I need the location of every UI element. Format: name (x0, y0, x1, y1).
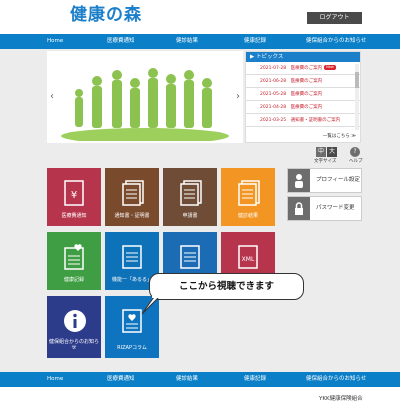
people-silhouette-image (61, 68, 229, 141)
topic-row[interactable]: 2021-04-28 医療費のご案内 (246, 101, 360, 114)
logout-button[interactable]: ログアウト (307, 12, 362, 24)
tile-medical-notice[interactable]: ¥ 医療費通知 (47, 168, 101, 226)
svg-text:XML: XML (242, 256, 255, 263)
help-label: ヘルプ (349, 159, 363, 164)
topic-row[interactable]: 2021-06-28 医療費のご案内 (246, 75, 360, 88)
tile-applications[interactable]: 申請書 (163, 168, 217, 226)
nav-checkup-results[interactable]: 健診結果 (176, 34, 198, 49)
person-icon (288, 169, 310, 192)
image-slider: ‹ › (47, 51, 243, 143)
callout-pointer (141, 296, 162, 315)
change-password-label: パスワード変更 (316, 205, 355, 211)
tile-label: 健保組合からのお知らせ (48, 339, 99, 351)
site-logo[interactable]: 健康の森 (70, 0, 142, 25)
topics-panel: ▶ トピックス 2021-07-28 医療費のご案内 New 2021-06-28… (245, 51, 361, 143)
footer-nav-checkup-results[interactable]: 健診結果 (176, 372, 198, 387)
slider-prev-icon[interactable]: ‹ (50, 91, 54, 102)
document-icon (180, 245, 200, 269)
topic-row[interactable]: 2021-07-28 医療費のご案内 New (246, 62, 360, 75)
footer-organization: YKK健康保険組合 (319, 396, 363, 402)
font-size-label: 文字サイズ (314, 159, 337, 164)
tile-union-notices[interactable]: 健保組合からのお知らせ (47, 296, 101, 358)
checkup-document-icon (238, 180, 260, 206)
tile-label: 健康記録 (63, 277, 84, 283)
topic-text: 2021-03-25 通知書・証明書のご案内 (260, 118, 341, 123)
slider-next-icon[interactable]: › (236, 91, 240, 102)
footer-nav-home[interactable]: Home (47, 372, 63, 387)
footer-nav-notices[interactable]: 健保組合からのお知らせ (306, 372, 366, 387)
nav-home[interactable]: Home (47, 34, 63, 49)
tile-label: RIZAPコラム (117, 345, 147, 351)
scroll-thumb[interactable] (355, 72, 359, 88)
page: 健康の森 ログアウト Home 医療費通知 健診結果 健康記録 健保組合からのお… (0, 0, 400, 409)
topics-header: ▶ トピックス (246, 52, 360, 62)
topic-text: 2021-07-28 医療費のご案内 (260, 66, 323, 71)
top-nav: Home 医療費通知 健診結果 健康記録 健保組合からのお知らせ (0, 34, 400, 49)
footer-nav-health-record[interactable]: 健康記録 (244, 372, 266, 387)
tile-health-record[interactable]: 健康記録 (47, 232, 101, 290)
tile-label: 医療費通知 (61, 213, 87, 219)
tile-label: 健診結果 (237, 213, 258, 219)
heart-document-icon (64, 244, 84, 270)
info-icon (64, 310, 86, 332)
font-size-medium-button[interactable]: 中 (316, 147, 326, 157)
profile-settings-label: プロフィール設定 (316, 177, 360, 183)
topic-row[interactable]: 2021-03-25 通知書・証明書のご案内 (246, 114, 360, 127)
topic-text: 2021-04-28 医療費のご案内 (260, 105, 323, 110)
nav-medical-notice[interactable]: 医療費通知 (107, 34, 135, 49)
xml-file-icon: XML (238, 245, 258, 269)
documents-icon (122, 180, 144, 206)
topic-row[interactable]: 2021-05-28 医療費のご案内 (246, 88, 360, 101)
lock-icon (288, 197, 310, 220)
tile-label: 申請書 (182, 213, 198, 219)
nav-health-record[interactable]: 健康記録 (244, 34, 266, 49)
change-password-button[interactable]: パスワード変更 (287, 196, 362, 221)
watch-here-callout: ここから視聴できます (149, 273, 304, 300)
tile-certificates[interactable]: 通知書・証明書 (105, 168, 159, 226)
topic-text: 2021-05-28 医療費のご案内 (260, 92, 323, 97)
aruru-document-icon (122, 245, 142, 269)
new-badge: New (324, 65, 336, 70)
topics-title: トピックス (255, 54, 284, 60)
profile-settings-button[interactable]: プロフィール設定 (287, 168, 362, 193)
nav-notices[interactable]: 健保組合からのお知らせ (306, 34, 366, 49)
footer-nav-medical-notice[interactable]: 医療費通知 (107, 372, 135, 387)
topics-more-link[interactable]: 一覧はこちら ≫ (323, 133, 356, 139)
forms-icon (180, 180, 202, 206)
bottom-nav: Home 医療費通知 健診結果 健康記録 健保組合からのお知らせ (0, 372, 400, 387)
font-size-large-button[interactable]: 大 (327, 147, 337, 157)
tile-checkup-results[interactable]: 健診結果 (221, 168, 275, 226)
topic-text: 2021-06-28 医療費のご案内 (260, 79, 323, 84)
yen-document-icon: ¥ (64, 180, 84, 206)
help-icon[interactable]: ? (350, 147, 360, 157)
topics-scrollbar[interactable] (355, 64, 359, 130)
tile-label: 通知書・証明書 (114, 213, 150, 219)
svg-text:¥: ¥ (71, 190, 77, 201)
